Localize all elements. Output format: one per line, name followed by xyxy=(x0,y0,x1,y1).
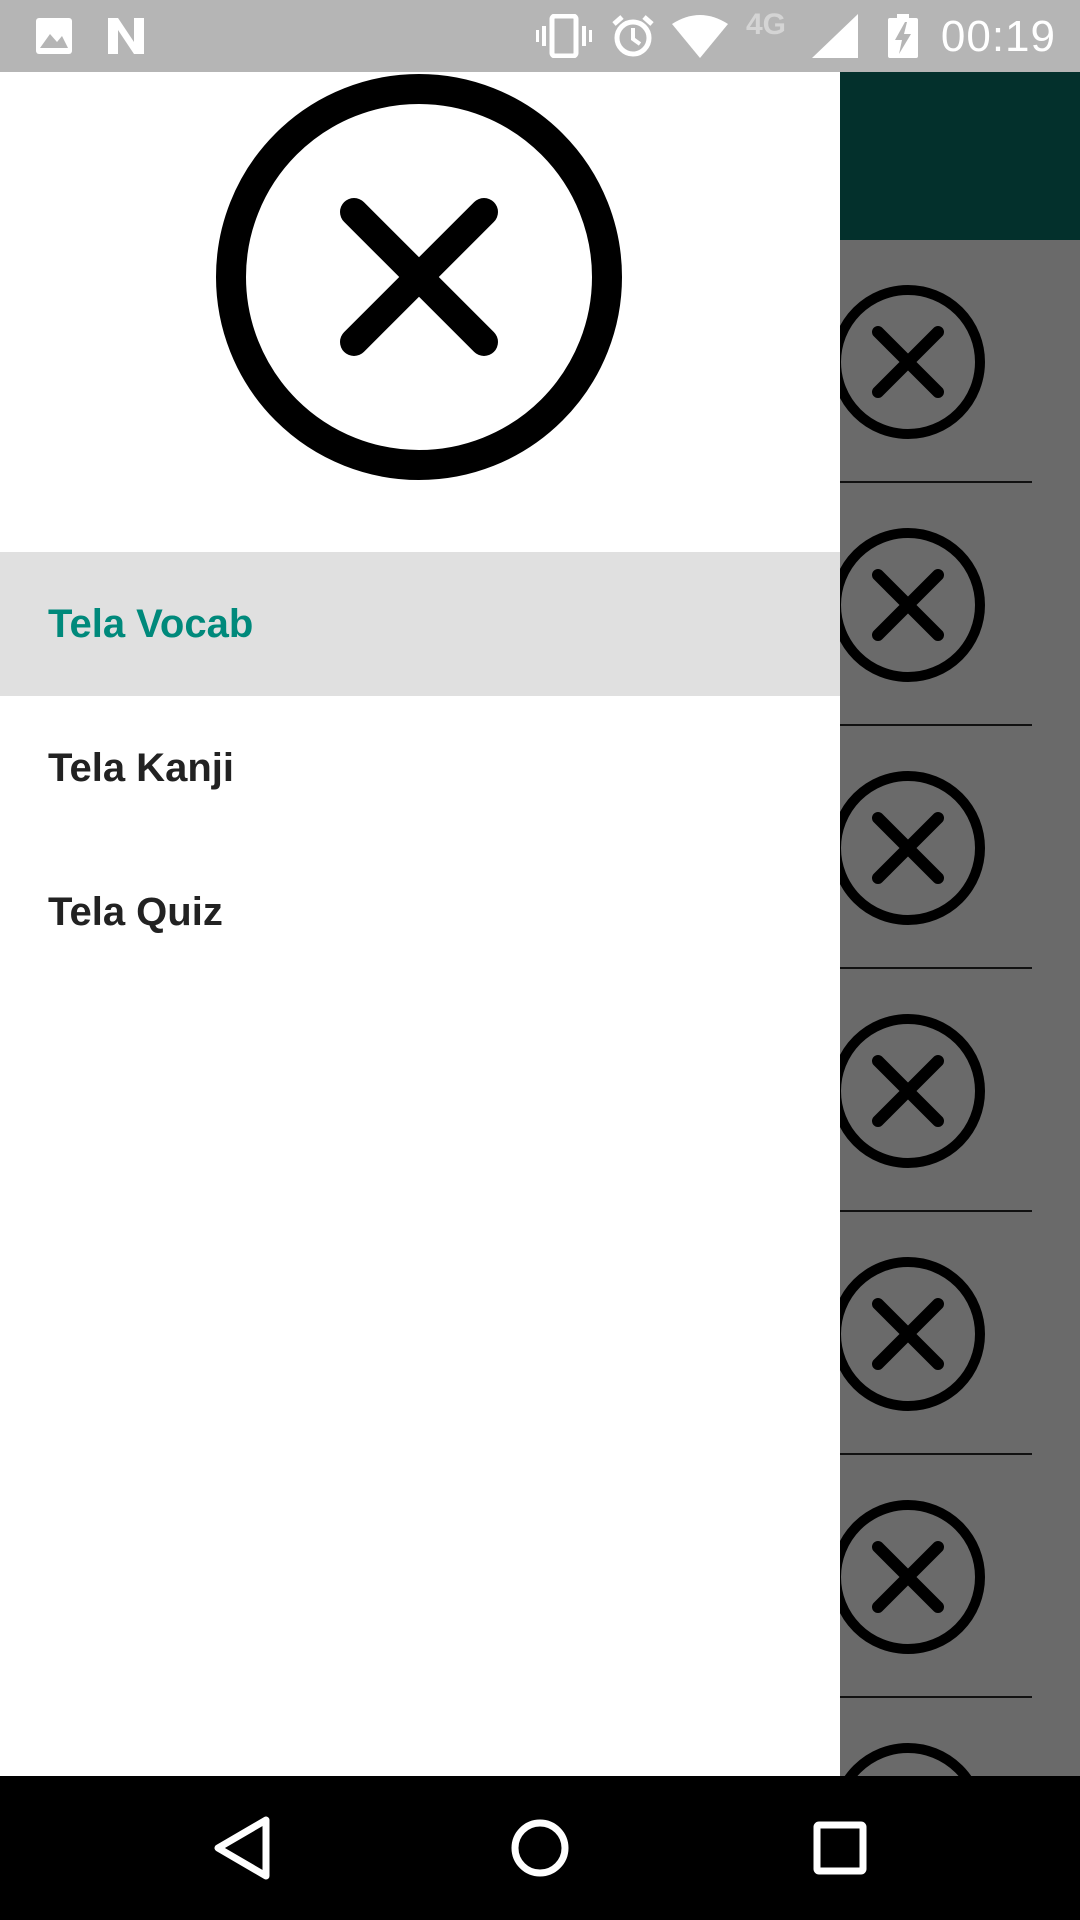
menu-item-tela-kanji[interactable]: Tela Kanji xyxy=(0,696,840,840)
drawer-header xyxy=(0,72,840,552)
close-circle-icon xyxy=(216,74,622,480)
wifi-icon xyxy=(672,15,728,58)
navigation-drawer: Tela Vocab Tela Kanji Tela Quiz xyxy=(0,72,840,1776)
close-circle-icon xyxy=(831,771,985,925)
network-type-label: 4G xyxy=(746,8,787,41)
system-navigation-bar xyxy=(0,1776,1080,1920)
vibrate-icon xyxy=(536,14,592,58)
signal-icon xyxy=(812,14,858,58)
screen: 4G 00:19 Tela Vocab Tela Kanji Tela Quiz xyxy=(0,0,1080,1920)
back-icon[interactable] xyxy=(190,1798,290,1898)
status-clock: 00:19 xyxy=(940,12,1056,61)
menu-item-tela-vocab[interactable]: Tela Vocab xyxy=(0,552,840,696)
close-circle-icon xyxy=(831,285,985,439)
close-circle-icon xyxy=(831,1014,985,1168)
menu-item-label: Tela Vocab xyxy=(48,601,254,646)
menu-item-tela-quiz[interactable]: Tela Quiz xyxy=(0,840,840,984)
status-bar: 4G 00:19 xyxy=(0,0,1080,72)
image-icon xyxy=(36,18,72,54)
battery-charging-icon xyxy=(888,14,918,58)
home-icon[interactable] xyxy=(490,1798,590,1898)
recents-icon[interactable] xyxy=(790,1798,890,1898)
n-logo-icon xyxy=(108,18,144,54)
menu-item-label: Tela Kanji xyxy=(48,745,234,790)
close-circle-icon xyxy=(831,528,985,682)
alarm-icon xyxy=(612,15,654,57)
close-circle-icon xyxy=(831,1500,985,1654)
menu-item-label: Tela Quiz xyxy=(48,889,223,934)
drawer-menu: Tela Vocab Tela Kanji Tela Quiz xyxy=(0,552,840,984)
close-circle-icon xyxy=(831,1257,985,1411)
